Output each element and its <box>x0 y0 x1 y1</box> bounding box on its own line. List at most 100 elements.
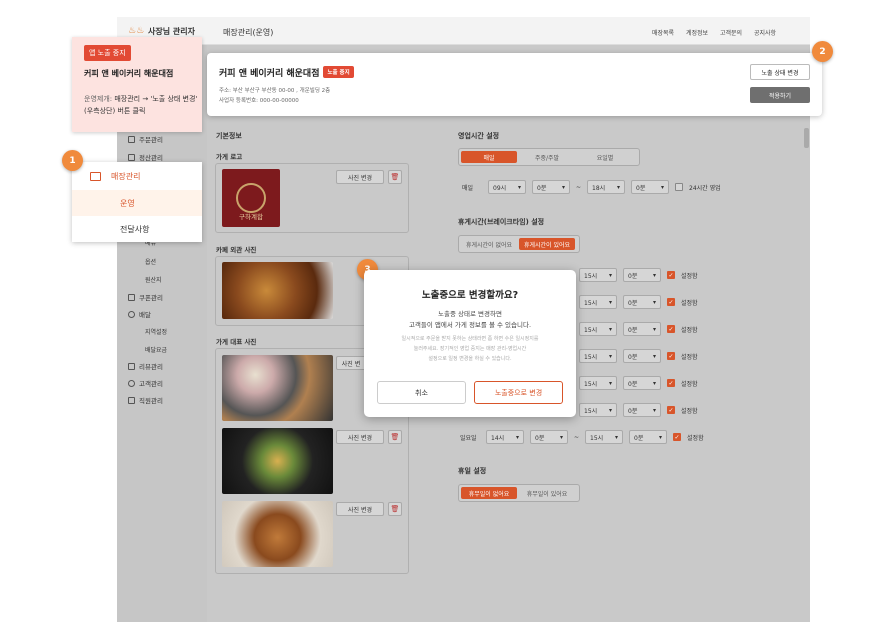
store-biz-no: 사업자 등록번호: 000-00-00000 <box>219 98 299 104</box>
sidebar-item-staff[interactable]: 직원관리 <box>128 395 163 405</box>
nav-store-list[interactable]: 매장목록 <box>652 28 674 37</box>
break-end-min-select[interactable]: 0분 ▾ <box>623 322 661 336</box>
chevron-down-icon: ▾ <box>608 379 612 387</box>
modal-note-2: 눌러주세요. 장기적인 영업 중지는 매장 관리-영업시간 <box>413 346 527 352</box>
menu-item-notice[interactable]: 전달사항 <box>72 216 202 242</box>
break-set-label: 설정함 <box>681 407 698 415</box>
break-tabs: 휴게시간이 없어요 휴게시간이 있어요 <box>458 235 580 253</box>
tab-no-holiday[interactable]: 휴무일이 없어요 <box>461 487 517 499</box>
break-set-label: 설정함 <box>681 299 698 307</box>
break-end-hour-select[interactable]: 15시 ▾ <box>579 376 617 390</box>
break-check-icon[interactable]: ✓ <box>667 379 675 387</box>
scrollbar-thumb[interactable] <box>804 128 809 148</box>
rep1-change-button[interactable]: 사진 변 <box>336 356 366 370</box>
break-end-hour-select[interactable]: 15시 ▾ <box>579 349 617 363</box>
break-start-min-select[interactable]: 0분 ▾ <box>530 430 568 444</box>
tab-daily[interactable]: 매일 <box>461 151 517 163</box>
change-status-button[interactable]: 노출 상태 변경 <box>750 64 810 80</box>
break-check-icon[interactable]: ✓ <box>673 433 682 441</box>
nav-inquiry[interactable]: 고객문의 <box>720 28 742 37</box>
open-min-select[interactable]: 0분 ▾ <box>532 180 570 194</box>
break-check-icon[interactable]: ✓ <box>667 325 675 333</box>
nav-account[interactable]: 계정정보 <box>686 28 708 37</box>
tab-weekday-weekend[interactable]: 주중/주말 <box>519 151 575 163</box>
logo-change-button[interactable]: 사진 변경 <box>336 170 384 184</box>
review-icon <box>128 363 135 370</box>
brand-name[interactable]: 사장님 관리자 <box>148 26 195 37</box>
break-end-min-select[interactable]: 0분 ▾ <box>623 268 661 282</box>
rep3-change-button[interactable]: 사진 변경 <box>336 502 384 516</box>
sidebar-item-origin[interactable]: 원산지 <box>145 275 162 284</box>
break-end-hour-select[interactable]: 15시 ▾ <box>579 322 617 336</box>
rep2-trash-icon[interactable]: 🗑 <box>388 430 402 444</box>
break-start-hour-select[interactable]: 14시 ▾ <box>486 430 524 444</box>
close-min-select[interactable]: 0분 ▾ <box>631 180 670 194</box>
sidebar-item-reviews[interactable]: 리뷰관리 <box>128 361 163 371</box>
logo-emblem <box>236 183 266 213</box>
break-end-min-select[interactable]: 0분 ▾ <box>623 295 661 309</box>
allday-checkbox[interactable] <box>675 183 684 191</box>
sidebar-item-delivery[interactable]: 배달 <box>128 309 151 319</box>
break-end-min-select[interactable]: 0분 ▾ <box>629 430 668 444</box>
modal-line-2: 고객들이 앱에서 가게 정보를 볼 수 있습니다. <box>408 321 532 329</box>
sidebar-item-orders[interactable]: 주문관리 <box>128 134 163 144</box>
chevron-down-icon: ▾ <box>559 433 563 441</box>
menu-title[interactable]: 매장관리 <box>72 162 202 190</box>
logo-trash-icon[interactable]: 🗑 <box>388 170 402 184</box>
tab-has-holiday[interactable]: 휴무일이 있어요 <box>519 487 575 499</box>
chevron-down-icon: ▾ <box>652 298 656 306</box>
chevron-down-icon: ▾ <box>661 183 665 191</box>
break-row: 15시 ▾ 0분 ▾ ✓ 설정함 <box>579 268 698 282</box>
break-check-icon[interactable]: ✓ <box>667 352 675 360</box>
break-end-hour-select[interactable]: 15시 ▾ <box>585 430 624 444</box>
break-title: 휴게시간(브레이크타임) 설정 <box>458 218 545 226</box>
logo-image: 구하계합 <box>222 169 280 227</box>
break-day-label: 일요일 <box>460 434 477 442</box>
sidebar-item-coupons[interactable]: 쿠폰관리 <box>128 292 163 302</box>
chevron-down-icon: ▾ <box>659 433 663 441</box>
rep3-trash-icon[interactable]: 🗑 <box>388 502 402 516</box>
sidebar-item-options[interactable]: 옵션 <box>145 257 156 266</box>
coupon-icon <box>128 294 135 301</box>
menu-item-operation[interactable]: 운영 <box>72 190 202 216</box>
chevron-down-icon: ▾ <box>652 352 656 360</box>
break-row: 15시 ▾ 0분 ▾ ✓ 설정함 <box>579 322 698 336</box>
break-end-min-select[interactable]: 0분 ▾ <box>623 376 661 390</box>
chevron-down-icon: ▾ <box>608 325 612 333</box>
break-check-icon[interactable]: ✓ <box>667 298 675 306</box>
apply-button[interactable]: 적용하기 <box>750 87 810 103</box>
callout-store: 커피 앤 베이커리 해운대점 <box>84 69 174 78</box>
modal-cancel-button[interactable]: 취소 <box>377 381 466 404</box>
sidebar-item-customers[interactable]: 고객관리 <box>128 378 163 388</box>
rep2-change-button[interactable]: 사진 변경 <box>336 430 384 444</box>
tab-no-break[interactable]: 휴게시간이 없어요 <box>461 238 517 250</box>
break-set-label: 설정함 <box>681 353 698 361</box>
chevron-down-icon: ▾ <box>652 271 656 279</box>
open-hour-select[interactable]: 09시 ▾ <box>488 180 526 194</box>
chevron-down-icon: ▾ <box>517 183 521 191</box>
break-check-icon[interactable]: ✓ <box>667 271 675 279</box>
allday-label: 24시간 영업 <box>689 184 721 192</box>
break-end-hour-select[interactable]: 15시 ▾ <box>579 403 617 417</box>
break-end-min-select[interactable]: 0분 ▾ <box>623 349 661 363</box>
sidebar-item-fee[interactable]: 배달요금 <box>145 345 167 354</box>
break-end-hour-select[interactable]: 15시 ▾ <box>579 295 617 309</box>
modal-title: 노출중으로 변경할까요? <box>421 290 519 301</box>
sidebar-item-area[interactable]: 지역설정 <box>145 327 167 336</box>
tab-by-day[interactable]: 요일별 <box>577 151 633 163</box>
range-dash: ~ <box>574 433 580 441</box>
step-marker-2: 2 <box>812 41 833 62</box>
break-end-hour-select[interactable]: 15시 ▾ <box>579 268 617 282</box>
modal-confirm-button[interactable]: 노출중으로 변경 <box>474 381 563 404</box>
break-set-label: 설정함 <box>681 326 698 334</box>
sidebar-item-settlement[interactable]: 정산관리 <box>128 152 163 162</box>
nav-notice[interactable]: 공지사항 <box>754 28 776 37</box>
chevron-down-icon: ▾ <box>615 433 619 441</box>
break-check-icon[interactable]: ✓ <box>667 406 675 414</box>
holiday-title: 휴일 설정 <box>458 467 487 475</box>
tab-has-break[interactable]: 휴게시간이 있어요 <box>519 238 575 250</box>
range-dash: ~ <box>576 183 582 191</box>
break-end-min-select[interactable]: 0분 ▾ <box>623 403 661 417</box>
calc-icon <box>128 154 135 161</box>
close-hour-select[interactable]: 18시 ▾ <box>587 180 626 194</box>
